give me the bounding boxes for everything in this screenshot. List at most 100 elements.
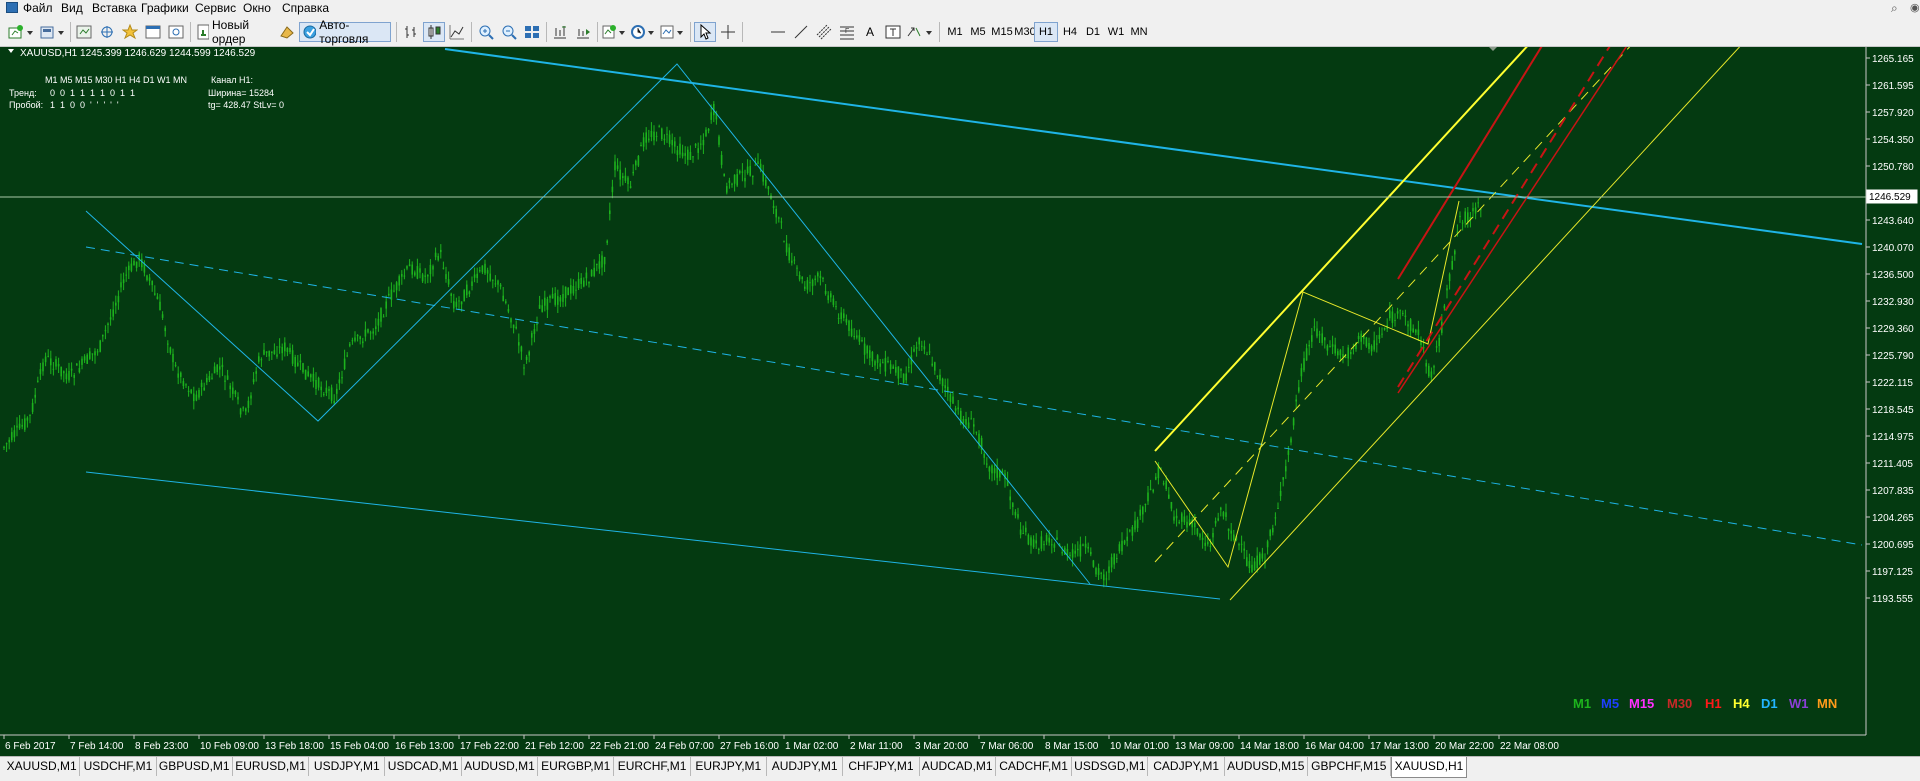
candle-body — [1316, 328, 1318, 337]
chart-menu-icon[interactable] — [8, 49, 14, 53]
chart-shift-button[interactable] — [572, 22, 594, 42]
candle-body — [1467, 212, 1469, 223]
symbol-tab[interactable]: USDJPY,M1 — [309, 757, 386, 776]
channel-yellow-bottom-line[interactable] — [1229, 40, 1746, 601]
trendline-icon[interactable] — [790, 22, 812, 42]
candle-body — [720, 154, 723, 165]
candle-body — [1103, 574, 1105, 581]
channel-yellow-mid-line[interactable] — [1154, 40, 1636, 563]
auto-scroll-button[interactable] — [549, 22, 571, 42]
symbol-tab[interactable]: USDSGD,M1 — [1072, 757, 1149, 776]
menu-insert[interactable]: Вставка — [92, 0, 137, 16]
channel-red-bottom-line[interactable] — [1397, 40, 1631, 394]
candle-body — [1292, 418, 1295, 426]
time-tick-label: 21 Feb 12:00 — [525, 741, 584, 752]
candle-body — [983, 454, 985, 458]
arrows-icon[interactable] — [905, 22, 935, 42]
candle-body — [55, 359, 57, 367]
indicators-button[interactable] — [600, 22, 628, 42]
line-chart-button[interactable] — [446, 22, 468, 42]
candle-body — [232, 387, 234, 394]
metaeditor-button[interactable] — [276, 22, 298, 42]
symbol-tab[interactable]: EURUSD,M1 — [233, 757, 310, 776]
symbol-tab[interactable]: AUDJPY,M1 — [767, 757, 844, 776]
candle-body — [973, 424, 975, 427]
new-chart-button[interactable] — [6, 22, 36, 42]
candle-body — [1272, 527, 1274, 533]
menu-charts[interactable]: Графики — [141, 0, 189, 16]
bar-chart-button[interactable] — [400, 22, 422, 42]
tf-mn-button[interactable]: MN — [1126, 22, 1152, 42]
candlestick-chart-button[interactable] — [423, 22, 445, 42]
candle-series — [3, 101, 1482, 588]
chart-window[interactable]: 1265.165 1261.595 1257.920 1254.350 1250.780… — [0, 40, 1920, 756]
candle-body — [393, 290, 395, 292]
symbol-tab[interactable]: AUDUSD,M1 — [462, 757, 539, 776]
symbol-tab[interactable]: EURJPY,M1 — [691, 757, 767, 776]
symbol-tab[interactable]: USDCHF,M1 — [80, 757, 157, 776]
symbol-tab[interactable]: GBPUSD,M1 — [157, 757, 233, 776]
candle-body — [78, 368, 81, 373]
auto-trading-button[interactable]: Авто-торговля — [299, 18, 391, 46]
candle-body — [1199, 534, 1201, 538]
symbol-tab[interactable]: XAUUSD,M1 — [4, 757, 81, 776]
menu-view[interactable]: Вид — [61, 0, 83, 16]
menu-help[interactable]: Справка — [282, 0, 329, 16]
crosshair-icon[interactable] — [717, 22, 739, 42]
candle-body — [1155, 476, 1157, 480]
text-label-icon[interactable] — [882, 22, 904, 42]
menu-window[interactable]: Окно — [243, 0, 271, 16]
strategy-tester-button[interactable] — [165, 22, 187, 42]
candle-body — [1285, 466, 1287, 472]
profiles-button[interactable] — [37, 22, 67, 42]
search-icon[interactable]: ⌕ — [1891, 0, 1898, 16]
equidistant-channel-icon[interactable] — [813, 22, 835, 42]
symbol-tab[interactable]: USDCAD,M1 — [386, 757, 462, 776]
cursor-icon[interactable] — [694, 22, 716, 42]
candle-body — [81, 358, 83, 365]
candle-body — [1194, 522, 1196, 528]
symbol-tab[interactable]: XAUUSD,H1 — [1390, 757, 1468, 778]
navigator-button[interactable] — [119, 22, 141, 42]
candle-body — [908, 366, 910, 368]
data-window-button[interactable] — [96, 22, 118, 42]
zigzag-blue[interactable] — [85, 63, 1091, 585]
fibonacci-icon[interactable]: F — [836, 22, 858, 42]
periods-button[interactable] — [629, 22, 657, 42]
candle-body — [11, 432, 13, 441]
candle-body — [1311, 335, 1313, 342]
login-icon[interactable]: ◉ — [1910, 0, 1920, 16]
channel-blue-bottom-line[interactable] — [85, 471, 1221, 600]
indicator-breakout-label: Пробой: — [9, 100, 43, 110]
text-tool-icon[interactable]: A — [859, 22, 881, 42]
candle-body — [1298, 387, 1300, 392]
price-chart[interactable]: 1265.165 1261.595 1257.920 1254.350 1250.780… — [0, 40, 1920, 756]
menu-tools[interactable]: Сервис — [195, 0, 236, 16]
candle-body — [122, 279, 125, 284]
market-watch-button[interactable] — [73, 22, 95, 42]
channel-red-mid-line[interactable] — [1397, 40, 1614, 388]
channel-blue-top-line[interactable] — [444, 48, 1863, 245]
symbol-tab[interactable]: AUDUSD,M15 — [1225, 757, 1308, 776]
channel-yellow-top-line[interactable] — [1154, 40, 1533, 452]
channel-blue-mid-line[interactable] — [85, 246, 1863, 546]
zoom-out-icon[interactable] — [498, 22, 520, 42]
tf-h1-button[interactable]: H1 — [1034, 22, 1058, 42]
candle-body — [788, 247, 790, 261]
terminal-button[interactable] — [142, 22, 164, 42]
symbol-tab[interactable]: EURGBP,M1 — [538, 757, 615, 776]
symbol-tab[interactable]: GBPCHF,M15 — [1308, 757, 1391, 776]
symbol-tab[interactable]: CHFJPY,M1 — [843, 757, 920, 776]
symbol-tab[interactable]: CADCHF,M1 — [996, 757, 1073, 776]
menu-file[interactable]: Файл — [23, 0, 53, 16]
symbol-tab[interactable]: EURCHF,M1 — [614, 757, 691, 776]
zoom-in-icon[interactable] — [475, 22, 497, 42]
new-order-button[interactable]: Новый ордер — [193, 18, 273, 46]
horizontal-line-icon[interactable] — [767, 22, 789, 42]
symbol-tab[interactable]: AUDCAD,M1 — [920, 757, 996, 776]
templates-button[interactable] — [658, 22, 686, 42]
price-tick-label: 1214.975 — [1872, 432, 1914, 443]
tile-windows-button[interactable] — [521, 22, 543, 42]
symbol-tab[interactable]: CADJPY,M1 — [1149, 757, 1225, 776]
candle-body — [419, 268, 421, 273]
